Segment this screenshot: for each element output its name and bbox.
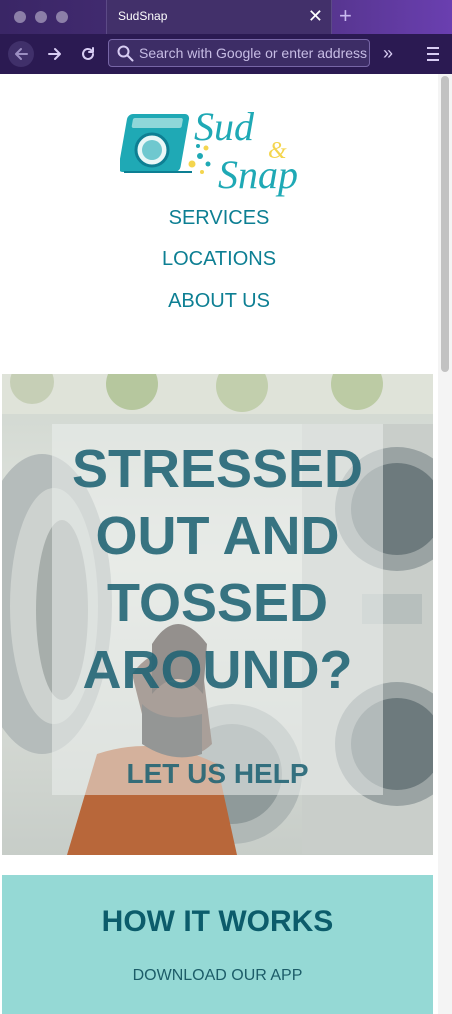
hamburger-menu-icon[interactable] bbox=[425, 43, 441, 63]
address-bar[interactable] bbox=[108, 39, 370, 67]
tab-title: SudSnap bbox=[118, 9, 168, 23]
scrollbar-thumb[interactable] bbox=[441, 76, 449, 372]
how-it-works-section: HOW IT WORKS DOWNLOAD OUR APP bbox=[2, 875, 433, 1014]
reload-button[interactable] bbox=[75, 41, 101, 67]
zoom-window-button[interactable] bbox=[56, 11, 68, 23]
nav-services-link[interactable]: SERVICES bbox=[0, 207, 438, 230]
browser-toolbar: » bbox=[0, 34, 452, 74]
minimize-window-button[interactable] bbox=[35, 11, 47, 23]
tab-strip: SudSnap ✕ + bbox=[0, 0, 452, 34]
how-it-works-heading: HOW IT WORKS bbox=[101, 905, 334, 938]
step-download-app: DOWNLOAD OUR APP bbox=[132, 967, 303, 984]
web-page: Sud & Snap SERVICES LOCATIONS ABOUT US S… bbox=[0, 74, 438, 1014]
page-scrollbar[interactable] bbox=[438, 74, 452, 1014]
arrow-right-icon bbox=[48, 48, 61, 60]
search-icon bbox=[117, 45, 134, 62]
sudsnap-logo[interactable]: Sud & Snap bbox=[120, 102, 320, 198]
hero-headline: STRESSED OUT AND TOSSED AROUND? bbox=[52, 436, 383, 704]
svg-text:Snap: Snap bbox=[218, 152, 298, 197]
close-window-button[interactable] bbox=[14, 11, 26, 23]
new-tab-button[interactable]: + bbox=[339, 3, 352, 29]
back-button[interactable] bbox=[8, 41, 34, 67]
svg-text:Sud: Sud bbox=[194, 104, 255, 149]
hero-headline-line: AROUND? bbox=[82, 640, 353, 700]
nav-about-us-link[interactable]: ABOUT US bbox=[0, 290, 438, 313]
hero-banner: STRESSED OUT AND TOSSED AROUND? LET US H… bbox=[2, 374, 433, 855]
tab-close-icon[interactable]: ✕ bbox=[308, 4, 323, 28]
forward-button[interactable] bbox=[42, 41, 68, 67]
overflow-menu-button[interactable]: » bbox=[383, 42, 393, 64]
browser-chrome: SudSnap ✕ + » bbox=[0, 0, 452, 74]
address-input[interactable] bbox=[139, 43, 367, 63]
hero-overlay: STRESSED OUT AND TOSSED AROUND? LET US H… bbox=[52, 424, 383, 795]
browser-tab[interactable]: SudSnap ✕ bbox=[106, 0, 332, 34]
hero-headline-line: OUT AND bbox=[95, 506, 340, 566]
hero-headline-line: STRESSED bbox=[71, 439, 364, 499]
nav-locations-link[interactable]: LOCATIONS bbox=[0, 248, 438, 271]
reload-icon bbox=[82, 47, 94, 60]
hero-headline-line: TOSSED bbox=[106, 573, 329, 633]
hero-subheading: LET US HELP bbox=[126, 758, 309, 789]
arrow-left-icon bbox=[15, 48, 28, 60]
